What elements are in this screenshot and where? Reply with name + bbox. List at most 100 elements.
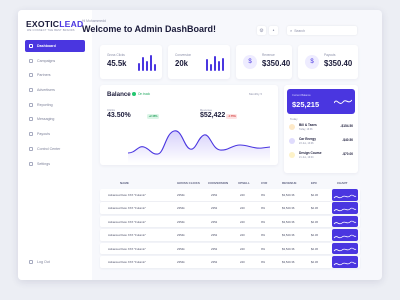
sidebar-item-label: Advertisers bbox=[37, 88, 55, 93]
table-cell: $2.36 bbox=[311, 233, 318, 238]
row-sparkline bbox=[332, 189, 358, 201]
table-cell: 2354k bbox=[177, 193, 185, 197]
stat-label: Revenue bbox=[262, 53, 275, 57]
sidebar-item-payouts[interactable]: Payouts bbox=[25, 128, 85, 140]
payment-amount: -$154.50 bbox=[340, 124, 353, 128]
table-cell: Advanced Keto XXX "Fulumin" bbox=[108, 260, 147, 264]
logout-button[interactable]: Log Out bbox=[29, 260, 50, 264]
bell-icon: • bbox=[272, 27, 275, 34]
table-cell: 2352 bbox=[211, 233, 218, 238]
column-header[interactable]: CHART bbox=[337, 181, 348, 185]
period-dropdown[interactable]: Monthly ▾ bbox=[249, 92, 262, 96]
search-placeholder: Search bbox=[294, 28, 305, 33]
stat-label: Conversion bbox=[175, 53, 192, 57]
table-cell: $2.36 bbox=[311, 193, 318, 197]
sidebar-item-reporting[interactable]: Reporting bbox=[25, 99, 85, 111]
stat-value: $350.40 bbox=[324, 59, 353, 68]
column-header[interactable]: CONVERSION bbox=[208, 181, 228, 185]
coins-icon: $ bbox=[305, 55, 319, 69]
sidebar-item-advertisers[interactable]: Advertisers bbox=[25, 84, 85, 96]
sliders-icon bbox=[29, 146, 33, 151]
table-cell: 240 bbox=[240, 219, 245, 224]
table-row[interactable]: Advanced Keto XXX "Fulumin" 2354k 2352 240 9… bbox=[100, 189, 360, 201]
table-cell: $2.36 bbox=[311, 260, 318, 264]
status-label: On track bbox=[138, 92, 151, 96]
column-header[interactable]: CVR bbox=[261, 181, 267, 185]
sidebar-item-label: Dashboard bbox=[37, 44, 56, 48]
greeting-text: Hi Mohammedd bbox=[82, 19, 106, 23]
settings-button[interactable]: ⚙ bbox=[257, 26, 266, 35]
table-cell: $3,520.36 bbox=[282, 260, 295, 264]
stat-value: 45.5k bbox=[107, 59, 127, 68]
table-cell: 240 bbox=[240, 260, 245, 264]
sidebar-item-control-center[interactable]: Control Center bbox=[25, 143, 85, 155]
chart-icon bbox=[29, 102, 33, 107]
table-cell: $3,520.36 bbox=[282, 206, 295, 211]
payment-date: 23 Jun, 13:06 bbox=[299, 141, 314, 145]
stat-bars-icon bbox=[138, 55, 157, 71]
payment-item[interactable]: Car Energy 23 Jun, 13:06 -$40.50 bbox=[289, 136, 353, 147]
payment-date: Today, 16:36 bbox=[299, 127, 313, 131]
table-cell: Advanced Keto XXX "Fulumin" bbox=[108, 246, 147, 251]
sidebar-item-label: Control Center bbox=[37, 146, 61, 151]
sidebar-item-settings[interactable]: Settings bbox=[25, 158, 85, 170]
column-header[interactable]: EPC bbox=[311, 181, 317, 185]
balance-title: Balance bbox=[107, 91, 131, 98]
table-cell: 9% bbox=[261, 246, 266, 251]
wallet-icon: $ bbox=[243, 55, 257, 69]
column-header[interactable]: GROSS CLICKS bbox=[177, 181, 200, 185]
table-row[interactable]: Advanced Keto XXX "Fulumin" 2354k 2352 240 9… bbox=[100, 256, 360, 268]
stat-value: $350.40 bbox=[262, 59, 291, 68]
table-cell: Advanced Keto XXX "Fulumin" bbox=[108, 206, 147, 211]
brand-logo[interactable]: EXOTICLEAD bbox=[26, 19, 83, 29]
row-sparkline bbox=[332, 202, 358, 214]
table-cell: 2354k bbox=[177, 246, 185, 251]
table-cell: Advanced Keto XXX "Fulumin" bbox=[108, 219, 147, 224]
sidebar-item-dashboard[interactable]: Dashboard bbox=[25, 40, 85, 52]
table-cell: $2.36 bbox=[311, 206, 318, 211]
table-cell: 2354k bbox=[177, 219, 185, 224]
table-row[interactable]: Advanced Keto XXX "Fulumin" 2354k 2352 240 9… bbox=[100, 215, 360, 228]
table-row[interactable]: Advanced Keto XXX "Fulumin" 2354k 2352 240 9… bbox=[100, 242, 360, 255]
sidebar-item-messaging[interactable]: Messaging bbox=[25, 113, 85, 125]
payment-date: 21 Jun, 19:04 bbox=[299, 155, 314, 159]
sidebar-item-label: Settings bbox=[37, 161, 50, 166]
sidebar-nav: Dashboard Campaigns Partners Advertisers… bbox=[25, 40, 85, 172]
stat-card-gross-clicks[interactable]: Gross Clicks 45.5k bbox=[100, 45, 162, 79]
column-header[interactable]: UPSELL bbox=[238, 181, 250, 185]
table-cell: Advanced Keto XXX "Fulumin" bbox=[108, 233, 147, 238]
metric-value: 43.50% bbox=[107, 112, 131, 119]
column-header[interactable]: NAME bbox=[120, 181, 129, 185]
stat-card-conversion[interactable]: Conversion 20k bbox=[168, 45, 230, 79]
table-cell: 240 bbox=[240, 206, 245, 211]
chevron-down-icon: ▾ bbox=[260, 92, 262, 96]
table-cell: 2354k bbox=[177, 233, 185, 238]
table-row[interactable]: Advanced Keto XXX "Fulumin" 2354k 2352 240 9… bbox=[100, 202, 360, 214]
change-badge: -4.75% bbox=[226, 114, 238, 119]
stat-card-revenue[interactable]: Revenue $350.40 $ bbox=[236, 45, 292, 79]
period-label: Monthly bbox=[249, 92, 260, 96]
table-cell: 2352 bbox=[211, 219, 218, 224]
table-cell: 9% bbox=[261, 233, 266, 238]
brand-name-part1: EXOTIC bbox=[26, 19, 60, 29]
stat-card-payouts[interactable]: Payouts $350.40 $ bbox=[298, 45, 358, 79]
sidebar-item-partners[interactable]: Partners bbox=[25, 69, 85, 81]
payment-amount: -$40.50 bbox=[342, 138, 353, 142]
balance-card[interactable]: Current Balance $25,215 bbox=[287, 89, 355, 114]
table-row[interactable]: Advanced Keto XXX "Fulumin" 2354k 2352 240 9… bbox=[100, 229, 360, 241]
row-sparkline bbox=[332, 215, 358, 228]
sidebar-item-label: Messaging bbox=[37, 117, 55, 122]
table-cell: 2352 bbox=[211, 260, 218, 264]
column-header[interactable]: REVENUE bbox=[282, 181, 297, 185]
search-input[interactable]: ⌕ Search bbox=[287, 26, 357, 35]
grid-icon bbox=[29, 44, 33, 48]
payment-item[interactable]: Bill & Taxes Today, 16:36 -$154.50 bbox=[289, 122, 353, 133]
row-sparkline bbox=[332, 229, 358, 241]
card-label: Current Balance bbox=[292, 94, 311, 97]
payment-item[interactable]: Design Course 21 Jun, 19:04 -$70.00 bbox=[289, 150, 353, 161]
payments-title: Today bbox=[290, 117, 298, 121]
sidebar-item-campaigns[interactable]: Campaigns bbox=[25, 55, 85, 67]
notification-button[interactable]: • bbox=[269, 26, 278, 35]
wave-icon bbox=[334, 99, 352, 104]
table-cell: $3,520.36 bbox=[282, 193, 295, 197]
